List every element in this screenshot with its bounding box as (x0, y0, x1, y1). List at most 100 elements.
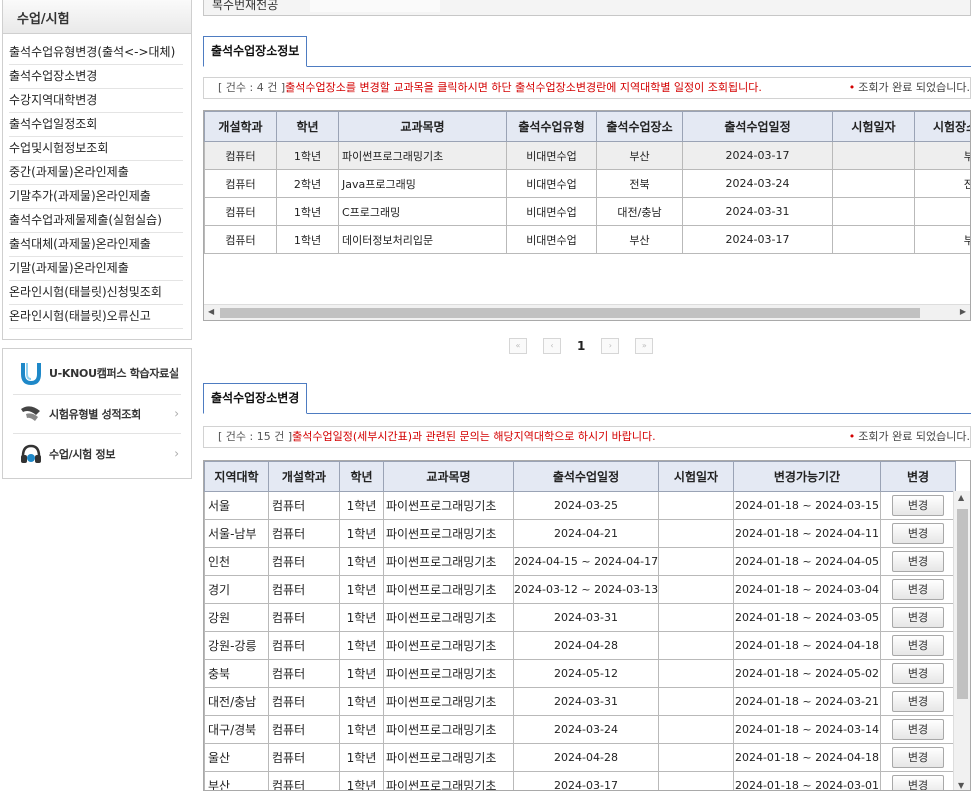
sidebar-item-final-extra-submit[interactable]: 기말추가(과제물)온라인제출 (9, 185, 183, 209)
scroll-up-icon[interactable]: ▲ (958, 493, 964, 502)
table-row[interactable]: 컴퓨터 2학년 Java프로그래밍 비대면수업 전북 2024-03-24 전북 (204, 169, 970, 198)
quick-link-uknou[interactable]: U-KNOU캠퍼스 학습자료실 › (13, 351, 181, 395)
section-attendance-place-info: 출석수업장소정보 (203, 36, 971, 67)
scroll-down-icon[interactable]: ▼ (958, 781, 964, 790)
cell (658, 575, 734, 604)
sidebar-item-tablet-exam-error[interactable]: 온라인시험(태블릿)오류신고 (9, 305, 183, 329)
sidebar-menu: 출석수업유형변경(출석<->대체) 출석수업장소변경 수강지역대학변경 출석수업… (3, 34, 191, 329)
table-row: 강원 컴퓨터 1학년 파이썬프로그래밍기초 2024-03-31 2024-01-18 ~… (204, 603, 956, 632)
cell: 변경 (880, 659, 956, 688)
cell: 파이썬프로그래밍기초 (383, 771, 514, 790)
table-row[interactable]: 컴퓨터 1학년 C프로그래밍 비대면수업 대전/충남 2024-03-31 (204, 197, 970, 226)
cell: 1학년 (339, 715, 384, 744)
guide-message: 출석수업장소를 변경할 교과목을 클릭하시면 하단 출석수업장소변경란에 지역대… (285, 81, 762, 94)
cell: 1학년 (276, 197, 339, 226)
change-button[interactable]: 변경 (892, 495, 944, 516)
cell: 비대면수업 (506, 197, 597, 226)
cell: 2024-04-28 (513, 631, 659, 660)
chevron-right-icon: › (174, 364, 179, 379)
cell: 컴퓨터 (268, 547, 340, 576)
col-header: 교과목명 (338, 111, 507, 142)
sidebar-item-region-change[interactable]: 수강지역대학변경 (9, 89, 183, 113)
table-row: 경기 컴퓨터 1학년 파이썬프로그래밍기초 2024-03-12 ~ 2024-03-1… (204, 575, 956, 604)
cell: 비대면수업 (506, 225, 597, 254)
table-row: 인천 컴퓨터 1학년 파이썬프로그래밍기초 2024-04-15 ~ 2024-04-1… (204, 547, 956, 576)
page-number-current[interactable]: 1 (577, 339, 585, 353)
cell: 전북 (914, 169, 970, 198)
cell: 2024-03-31 (682, 197, 833, 226)
cell: 변경 (880, 631, 956, 660)
sidebar-item-midterm-submit[interactable]: 중간(과제물)온라인제출 (9, 161, 183, 185)
change-button[interactable]: 변경 (892, 523, 944, 544)
cell (658, 715, 734, 744)
section-attendance-place-change: 출석수업장소변경 (203, 383, 971, 414)
last-page-button[interactable]: » (635, 338, 654, 354)
sidebar-item-attendance-type-change[interactable]: 출석수업유형변경(출석<->대체) (9, 41, 183, 65)
status-message: • 조회가 완료 되었습니다. (849, 78, 970, 98)
change-button[interactable]: 변경 (892, 691, 944, 712)
change-button[interactable]: 변경 (892, 719, 944, 740)
section-title: 출석수업장소정보 (203, 36, 308, 67)
table-row[interactable]: 컴퓨터 1학년 파이썬프로그래밍기초 비대면수업 부산 2024-03-17 부… (204, 141, 970, 170)
cell: 컴퓨터 (268, 743, 340, 772)
sidebar-item-attendance-place-change[interactable]: 출석수업장소변경 (9, 65, 183, 89)
change-button[interactable]: 변경 (892, 607, 944, 628)
table-row: 강원-강릉 컴퓨터 1학년 파이썬프로그래밍기초 2024-04-28 2024-01-1… (204, 631, 956, 660)
change-button[interactable]: 변경 (892, 579, 944, 600)
change-button[interactable]: 변경 (892, 551, 944, 572)
cell: 2024-01-18 ~ 2024-04-05 (733, 547, 881, 576)
cell: 1학년 (339, 491, 384, 520)
horizontal-scrollbar[interactable]: ◀ ▶ (204, 304, 970, 320)
vertical-scrollbar[interactable]: ▲ ▼ (953, 491, 970, 790)
cell: 컴퓨터 (204, 197, 277, 226)
change-button[interactable]: 변경 (892, 775, 944, 790)
quick-link-grades[interactable]: 시험유형별 성적조회 › (13, 395, 181, 434)
cell (658, 687, 734, 716)
sidebar-item-tablet-exam-apply[interactable]: 온라인시험(태블릿)신청및조회 (9, 281, 183, 305)
quick-link-class-info[interactable]: 수업/시험 정보 › (13, 434, 181, 473)
cell: 2024-04-15 ~ 2024-04-17 (513, 547, 659, 576)
change-button[interactable]: 변경 (892, 747, 944, 768)
change-button[interactable]: 변경 (892, 635, 944, 656)
status-message: • 조회가 완료 되었습니다. (849, 427, 970, 447)
cell: 컴퓨터 (204, 225, 277, 254)
cell: 1학년 (339, 603, 384, 632)
guide-message: 출석수업일정(세부시간표)과 관련된 문의는 해당지역대학으로 하시기 바랍니다… (292, 430, 656, 443)
cell: 2024-01-18 ~ 2024-03-14 (733, 715, 881, 744)
cell: 서울-남부 (204, 519, 269, 548)
scrollbar-thumb[interactable] (957, 509, 968, 699)
table-row[interactable]: 컴퓨터 1학년 데이터정보처리입문 비대면수업 부산 2024-03-17 부산 (204, 225, 970, 254)
cell: 부산 (204, 771, 269, 790)
cell: 2024-03-17 (513, 771, 659, 790)
next-page-button[interactable]: › (601, 338, 620, 354)
cell: 1학년 (339, 659, 384, 688)
change-button[interactable]: 변경 (892, 663, 944, 684)
prev-page-button[interactable]: ‹ (543, 338, 561, 354)
first-page-button[interactable]: « (509, 338, 527, 354)
cell: 울산 (204, 743, 269, 772)
scroll-left-icon[interactable]: ◀ (208, 307, 214, 316)
quick-link-label: U-KNOU캠퍼스 학습자료실 (49, 366, 179, 380)
cell: 컴퓨터 (268, 519, 340, 548)
col-header: 출석수업장소 (596, 111, 683, 142)
sidebar-item-substitute-submit[interactable]: 출석대체(과제물)온라인제출 (9, 233, 183, 257)
sidebar-item-attendance-schedule[interactable]: 출석수업일정조회 (9, 113, 183, 137)
cell: 컴퓨터 (268, 715, 340, 744)
scroll-right-icon[interactable]: ▶ (960, 307, 966, 316)
sidebar-item-class-exam-info[interactable]: 수업및시험정보조회 (9, 137, 183, 161)
cell: 변경 (880, 687, 956, 716)
cell: 컴퓨터 (268, 491, 340, 520)
pen-icon (13, 403, 49, 425)
scrollbar-thumb[interactable] (220, 308, 920, 318)
cell: 서울 (204, 491, 269, 520)
sidebar-item-lab-submit[interactable]: 출석수업과제물제출(실험실습) (9, 209, 183, 233)
double-major-label: 복수번재전공 (212, 0, 279, 12)
chevron-right-icon: › (174, 445, 179, 460)
cell: 파이썬프로그래밍기초 (383, 491, 514, 520)
sidebar-item-final-submit[interactable]: 기말(과제물)온라인제출 (9, 257, 183, 281)
bullet-icon: • (848, 81, 856, 94)
col-header: 시험일자 (832, 111, 915, 142)
cell: 변경 (880, 715, 956, 744)
cell: 2024-01-18 ~ 2024-03-05 (733, 603, 881, 632)
cell: 인천 (204, 547, 269, 576)
